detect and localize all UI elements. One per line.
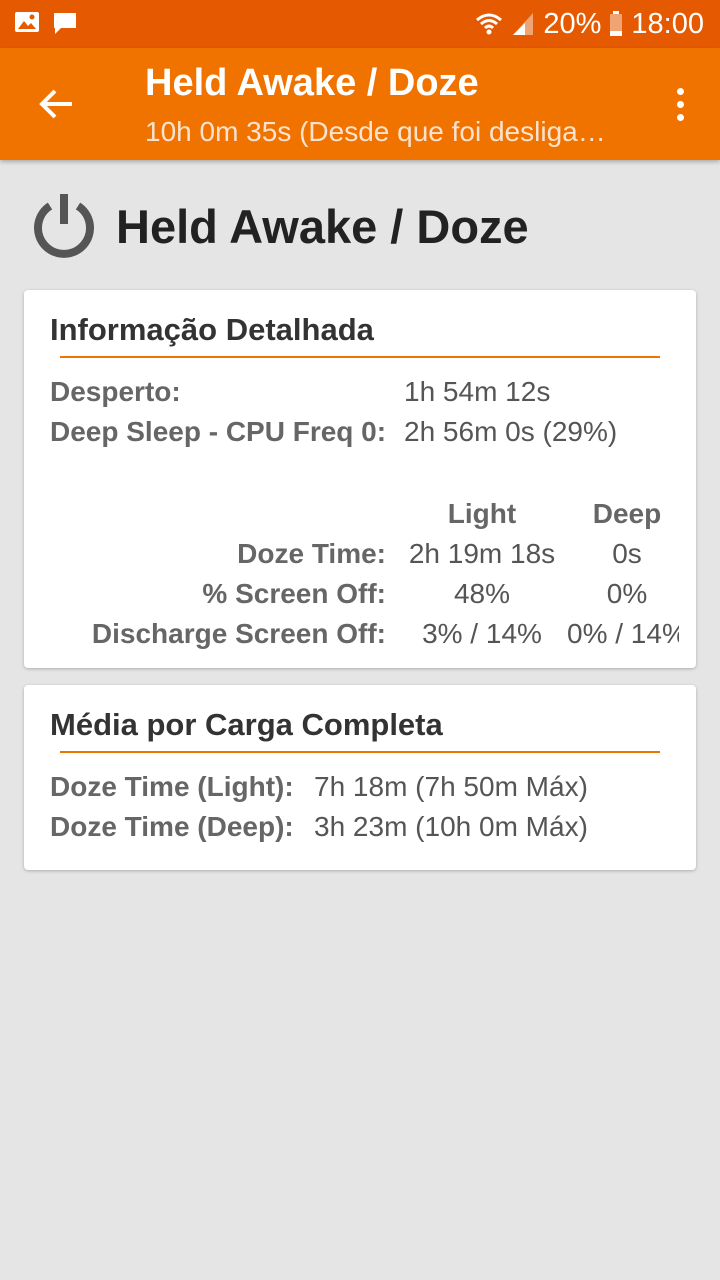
- arrow-left-icon: [39, 89, 72, 119]
- more-vert-icon: [676, 87, 684, 95]
- discharge-label: Discharge Screen Off:: [91, 618, 386, 649]
- wifi-icon: [475, 11, 503, 37]
- discharge-light: 3% / 14%: [422, 618, 542, 649]
- signal-icon: [511, 11, 535, 37]
- app-title: Held Awake / Doze: [145, 62, 479, 104]
- page-heading: Held Awake / Doze: [28, 180, 529, 272]
- battery-percent: 20%: [543, 7, 602, 40]
- doze-deep-label: Doze Time (Deep):: [50, 811, 294, 842]
- status-bar: 20% 18:00: [0, 0, 720, 48]
- notification-icons: [14, 10, 78, 41]
- screen-off-label: % Screen Off:: [202, 578, 386, 609]
- doze-light-value: 7h 18m (7h 50m Máx): [314, 771, 588, 802]
- system-status: 20% 18:00: [475, 0, 704, 48]
- detail-card: Informação Detalhada Desperto: 1h 54m 12…: [24, 290, 696, 668]
- doze-light-label: Doze Time (Light):: [50, 771, 294, 802]
- page-title: Held Awake / Doze: [116, 199, 529, 253]
- discharge-deep: 0% / 14%: [567, 618, 679, 649]
- doze-time-label: Doze Time:: [237, 538, 386, 569]
- detail-card-title: Informação Detalhada: [50, 312, 374, 347]
- screen-off-deep: 0%: [606, 578, 648, 609]
- power-icon: [34, 194, 94, 258]
- app-bar: Held Awake / Doze 10h 0m 35s (Desde que …: [0, 48, 720, 160]
- doze-time-deep: 0s: [612, 538, 642, 569]
- deep-sleep-value: 2h 56m 0s (29%): [404, 416, 618, 447]
- awake-value: 1h 54m 12s: [404, 376, 551, 407]
- back-button[interactable]: [24, 74, 88, 134]
- app-subtitle: 10h 0m 35s (Desde que foi desligado): [145, 116, 615, 147]
- card-divider: [60, 356, 660, 358]
- screen-off-light: 48%: [453, 578, 511, 609]
- card-divider: [60, 751, 660, 753]
- more-options-button[interactable]: [660, 78, 700, 130]
- clock: 18:00: [631, 7, 704, 40]
- awake-label: Desperto:: [50, 376, 181, 407]
- average-card: Média por Carga Completa Doze Time (Ligh…: [24, 685, 696, 870]
- column-header-light: Light: [447, 498, 517, 529]
- column-header-deep: Deep: [592, 498, 662, 529]
- image-icon: [14, 10, 40, 41]
- message-icon: [52, 10, 78, 41]
- doze-time-light: 2h 19m 18s: [408, 538, 556, 569]
- deep-sleep-label: Deep Sleep - CPU Freq 0:: [50, 416, 387, 447]
- battery-icon: [609, 11, 623, 37]
- average-card-title: Média por Carga Completa: [50, 707, 443, 742]
- doze-deep-value: 3h 23m (10h 0m Máx): [314, 811, 588, 842]
